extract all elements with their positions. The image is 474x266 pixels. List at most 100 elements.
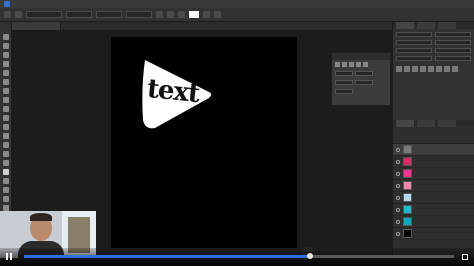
justify-all-icon[interactable]: [356, 62, 361, 67]
layer-row[interactable]: [393, 192, 474, 204]
layers-panel: [393, 120, 474, 258]
tab-glyphs[interactable]: [438, 22, 456, 29]
type-style-buttons: [393, 64, 474, 74]
justify-left-icon[interactable]: [335, 62, 340, 67]
visibility-eye-icon[interactable]: [396, 171, 400, 176]
warp-text-icon[interactable]: [203, 11, 210, 18]
font-family-select[interactable]: [26, 11, 62, 18]
layer-row[interactable]: [393, 168, 474, 180]
font-style-select[interactable]: [66, 11, 92, 18]
progress-fill: [24, 255, 308, 258]
scrub-handle[interactable]: [307, 253, 313, 259]
layer-thumbnail: [403, 229, 412, 238]
justify-full-icon[interactable]: [363, 62, 368, 67]
menu-bar: [0, 0, 474, 8]
indent-left-field[interactable]: [335, 71, 353, 76]
visibility-eye-icon[interactable]: [396, 183, 400, 188]
visibility-eye-icon[interactable]: [396, 231, 400, 236]
quick-select-tool-icon[interactable]: [2, 61, 9, 67]
align-right-icon[interactable]: [178, 11, 185, 18]
options-bar: [0, 8, 474, 22]
badge-text: text: [145, 73, 201, 110]
font-size-field[interactable]: [96, 11, 122, 18]
tab-properties[interactable]: [438, 120, 456, 127]
crop-tool-icon[interactable]: [2, 70, 9, 76]
document-tab[interactable]: [12, 22, 61, 30]
tab-paths[interactable]: [417, 120, 435, 127]
faux-italic-icon[interactable]: [404, 66, 410, 72]
underline-icon[interactable]: [444, 66, 450, 72]
leading-field[interactable]: [435, 40, 471, 45]
layer-thumbnail: [403, 217, 412, 226]
hand-tool-icon[interactable]: [2, 196, 9, 202]
vertical-scale-field[interactable]: [396, 56, 432, 61]
lasso-tool-icon[interactable]: [2, 52, 9, 58]
strikethrough-icon[interactable]: [452, 66, 458, 72]
tab-layers[interactable]: [396, 120, 414, 127]
presenter-hair: [30, 213, 52, 221]
paragraph-panel-header[interactable]: [332, 53, 390, 60]
kerning-field[interactable]: [396, 48, 432, 53]
justify-right-icon[interactable]: [349, 62, 354, 67]
indent-right-field[interactable]: [355, 71, 373, 76]
font-size-field[interactable]: [396, 40, 432, 45]
move-tool-icon[interactable]: [2, 34, 9, 40]
brush-tool-icon[interactable]: [2, 97, 9, 103]
layer-row[interactable]: [393, 156, 474, 168]
align-center-icon[interactable]: [167, 11, 174, 18]
visibility-eye-icon[interactable]: [396, 147, 400, 152]
eyedropper-tool-icon[interactable]: [2, 79, 9, 85]
tab-character[interactable]: [396, 22, 414, 29]
history-brush-tool-icon[interactable]: [2, 115, 9, 121]
type-tool-icon[interactable]: [15, 11, 22, 18]
layer-row[interactable]: [393, 216, 474, 228]
layer-row[interactable]: [393, 144, 474, 156]
visibility-eye-icon[interactable]: [396, 195, 400, 200]
layer-row[interactable]: [393, 228, 474, 240]
all-caps-icon[interactable]: [412, 66, 418, 72]
path-select-tool-icon[interactable]: [2, 178, 9, 184]
first-line-indent-field[interactable]: [335, 80, 353, 85]
eraser-tool-icon[interactable]: [2, 124, 9, 130]
horizontal-scale-field[interactable]: [435, 56, 471, 61]
align-left-icon[interactable]: [156, 11, 163, 18]
dodge-tool-icon[interactable]: [2, 151, 9, 157]
anti-alias-select[interactable]: [126, 11, 152, 18]
font-family-field[interactable]: [396, 32, 432, 37]
shape-tool-icon[interactable]: [2, 187, 9, 193]
layer-thumbnail: [403, 169, 412, 178]
pause-icon[interactable]: [6, 253, 14, 262]
pen-tool-icon[interactable]: [2, 160, 9, 166]
layer-row[interactable]: [393, 180, 474, 192]
hyphenate-checkbox[interactable]: [335, 89, 353, 94]
home-icon[interactable]: [4, 11, 11, 18]
gradient-tool-icon[interactable]: [2, 133, 9, 139]
font-style-field[interactable]: [435, 32, 471, 37]
superscript-icon[interactable]: [428, 66, 434, 72]
text-color-swatch[interactable]: [189, 11, 199, 18]
tracking-field[interactable]: [435, 48, 471, 53]
fullscreen-icon[interactable]: [462, 254, 468, 260]
right-dock: [392, 22, 474, 258]
faux-bold-icon[interactable]: [396, 66, 402, 72]
space-before-field[interactable]: [355, 80, 373, 85]
paragraph-panel: [331, 52, 391, 106]
justify-center-icon[interactable]: [342, 62, 347, 67]
small-caps-icon[interactable]: [420, 66, 426, 72]
layer-filter-bar[interactable]: [393, 127, 474, 144]
visibility-eye-icon[interactable]: [396, 159, 400, 164]
layer-row[interactable]: [393, 204, 474, 216]
blur-tool-icon[interactable]: [2, 142, 9, 148]
visibility-eye-icon[interactable]: [396, 207, 400, 212]
visibility-eye-icon[interactable]: [396, 219, 400, 224]
character-panel-icon[interactable]: [214, 11, 221, 18]
stamp-tool-icon[interactable]: [2, 106, 9, 112]
tab-paragraph[interactable]: [417, 22, 435, 29]
character-settings: [393, 29, 474, 64]
marquee-tool-icon[interactable]: [2, 43, 9, 49]
subscript-icon[interactable]: [436, 66, 442, 72]
healing-tool-icon[interactable]: [2, 88, 9, 94]
type-tool-icon[interactable]: [2, 169, 9, 175]
layer-thumbnail: [403, 145, 412, 154]
progress-bar[interactable]: [24, 255, 454, 258]
